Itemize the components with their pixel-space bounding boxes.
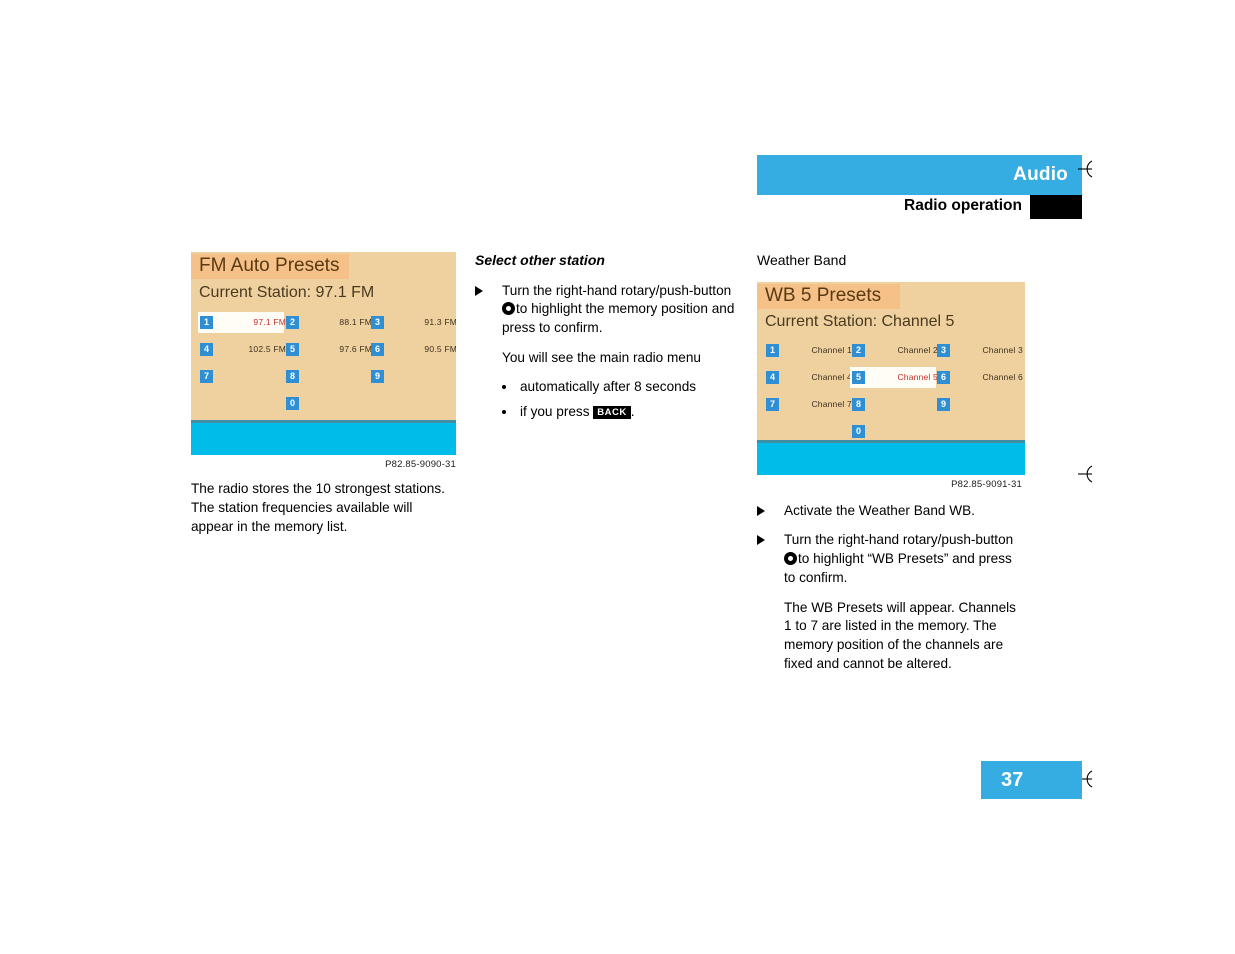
wb-figure-caption: P82.85-9091-31 bbox=[951, 478, 1022, 490]
step-highlight-wb-presets: Turn the right-hand rotary/push-button t… bbox=[757, 531, 1022, 587]
preset-row: 4 Channel 4 5 Channel 5 6 Channel 6 bbox=[757, 366, 1025, 396]
preset-number-badge: 2 bbox=[852, 343, 865, 357]
preset-number-badge: 3 bbox=[371, 316, 384, 329]
preset-number-badge: 9 bbox=[371, 370, 384, 383]
registration-mark-icon bbox=[1076, 158, 1098, 180]
bullet-dot-icon bbox=[502, 410, 506, 415]
preset-value-label: 102.5 FM bbox=[248, 344, 286, 354]
step-text-part-b: to highlight “WB Presets” and press to c… bbox=[784, 551, 1012, 585]
main-radio-menu-note: You will see the main radio menu bbox=[502, 349, 701, 365]
preset-value-label: Channel 6 bbox=[982, 371, 1023, 382]
bullet-text-tail: . bbox=[630, 404, 635, 420]
left-column-paragraph: The radio stores the 10 strongest statio… bbox=[191, 481, 445, 534]
page-header-title: Audio bbox=[1013, 164, 1068, 185]
preset-number-badge: 8 bbox=[286, 370, 299, 383]
wb-screen-footer-edge bbox=[757, 439, 1025, 443]
page-header-bar: Audio bbox=[757, 155, 1082, 195]
preset-number-badge: 1 bbox=[766, 343, 779, 357]
wb-preset-grid: 1 Channel 1 2 Channel 2 3 Channel 3 4 Channel 4… bbox=[757, 342, 1025, 450]
step-triangle-icon bbox=[757, 535, 765, 546]
preset-number-badge: 6 bbox=[371, 343, 384, 356]
preset-number-badge: 0 bbox=[286, 397, 299, 410]
preset-number-badge: 6 bbox=[937, 370, 950, 384]
preset-value-label: Channel 2 bbox=[897, 344, 938, 355]
bullet-text: if you press bbox=[520, 404, 594, 420]
chapter-tab-marker bbox=[1030, 195, 1082, 219]
bullet-text: automatically after 8 seconds bbox=[520, 378, 697, 394]
fm-current-station-label: Current Station: 97.1 FM bbox=[199, 284, 375, 301]
preset-value-label: 97.1 FM bbox=[253, 317, 286, 327]
step-text-part-a: Turn the right-hand rotary/push-button bbox=[502, 282, 732, 298]
middle-column: Select other station Turn the right-hand… bbox=[475, 252, 740, 430]
preset-value-label: Channel 3 bbox=[982, 344, 1023, 355]
list-item: if you press BACK. bbox=[475, 403, 740, 422]
bullet-dot-icon bbox=[502, 384, 506, 389]
preset-number-badge: 1 bbox=[200, 316, 213, 329]
step-triangle-icon bbox=[475, 285, 483, 296]
preset-number-badge: 9 bbox=[937, 397, 950, 411]
weather-band-heading: Weather Band bbox=[757, 252, 847, 268]
preset-number-badge: 0 bbox=[852, 424, 865, 438]
fm-figure-caption: P82.85-9090-31 bbox=[385, 459, 456, 470]
page-subheader-row: Radio operation bbox=[757, 195, 1082, 220]
page-number: 37 bbox=[1001, 769, 1024, 791]
wb-screen-title: WB 5 Presets bbox=[765, 284, 882, 306]
preset-value-label: Channel 1 bbox=[811, 344, 852, 355]
preset-number-badge: 7 bbox=[200, 370, 213, 383]
main-radio-menu-bullets: automatically after 8 seconds if you pre… bbox=[475, 378, 740, 423]
preset-row: 4 102.5 FM 5 97.6 FM 6 90.5 FM bbox=[191, 341, 456, 368]
step-select-memory-position: Turn the right-hand rotary/push-button t… bbox=[475, 282, 740, 338]
registration-mark-icon bbox=[1076, 463, 1098, 485]
preset-number-badge: 4 bbox=[766, 370, 779, 384]
preset-number-badge: 5 bbox=[286, 343, 299, 356]
preset-value-label: 97.6 FM bbox=[339, 344, 372, 354]
left-column: FM Auto Presets Current Station: 97.1 FM… bbox=[191, 252, 456, 547]
preset-value-label: 88.1 FM bbox=[339, 317, 372, 327]
wb-screen-footer-strip bbox=[757, 439, 1025, 475]
preset-number-badge: 2 bbox=[286, 316, 299, 329]
preset-value-label: Channel 4 bbox=[811, 371, 852, 382]
back-key-glyph: BACK bbox=[593, 406, 631, 419]
preset-row: 7 8 9 bbox=[191, 368, 456, 395]
fm-auto-presets-screenshot: FM Auto Presets Current Station: 97.1 FM… bbox=[191, 252, 456, 455]
preset-value-label: 91.3 FM bbox=[424, 317, 456, 327]
step-text-part-b: to highlight the memory position and pre… bbox=[502, 301, 735, 335]
preset-number-badge: 5 bbox=[852, 370, 865, 384]
fm-screen-footer-strip bbox=[191, 420, 456, 455]
wb-presets-screenshot: WB 5 Presets Current Station: Channel 5 … bbox=[757, 281, 1025, 475]
select-other-station-heading: Select other station bbox=[475, 252, 605, 268]
rotary-push-button-icon bbox=[502, 302, 515, 316]
preset-number-badge: 8 bbox=[852, 397, 865, 411]
right-column: Weather Band WB 5 Presets Current Statio… bbox=[757, 252, 1025, 684]
preset-row: 7 Channel 78 9 bbox=[757, 396, 1025, 423]
wb-presets-note: The WB Presets will appear. Channels 1 t… bbox=[784, 599, 1016, 671]
preset-row: 1 Channel 1 2 Channel 2 3 Channel 3 bbox=[757, 342, 1025, 369]
fm-screen-title: FM Auto Presets bbox=[199, 255, 340, 276]
preset-number-badge: 4 bbox=[200, 343, 213, 356]
preset-value-label: Channel 7 bbox=[811, 398, 852, 409]
step-triangle-icon bbox=[757, 505, 765, 516]
fm-screen-footer-edge bbox=[191, 420, 456, 423]
step-activate-weather-band: Activate the Weather Band WB. bbox=[757, 502, 1022, 521]
preset-row: 0 bbox=[191, 395, 456, 422]
page-subheader-title: Radio operation bbox=[904, 197, 1022, 214]
preset-row: 1 97.1 FM 2 88.1 FM 3 91.3 FM bbox=[191, 312, 456, 341]
preset-value-label: 90.5 FM bbox=[424, 344, 456, 354]
list-item: automatically after 8 seconds bbox=[475, 378, 740, 397]
preset-number-badge: 3 bbox=[937, 343, 950, 357]
rotary-push-button-icon bbox=[784, 552, 797, 565]
step-text: Activate the Weather Band WB. bbox=[784, 502, 975, 518]
wb-current-station-label: Current Station: Channel 5 bbox=[765, 312, 955, 330]
fm-preset-grid: 1 97.1 FM 2 88.1 FM 3 91.3 FM 4 102.5 FM 5 97.6 F… bbox=[191, 312, 456, 422]
preset-number-badge: 7 bbox=[766, 397, 779, 411]
page-number-box: 37 bbox=[981, 761, 1082, 799]
preset-value-label: Channel 5 bbox=[897, 371, 938, 382]
step-text-part-a: Turn the right-hand rotary/push-button bbox=[784, 532, 1014, 548]
